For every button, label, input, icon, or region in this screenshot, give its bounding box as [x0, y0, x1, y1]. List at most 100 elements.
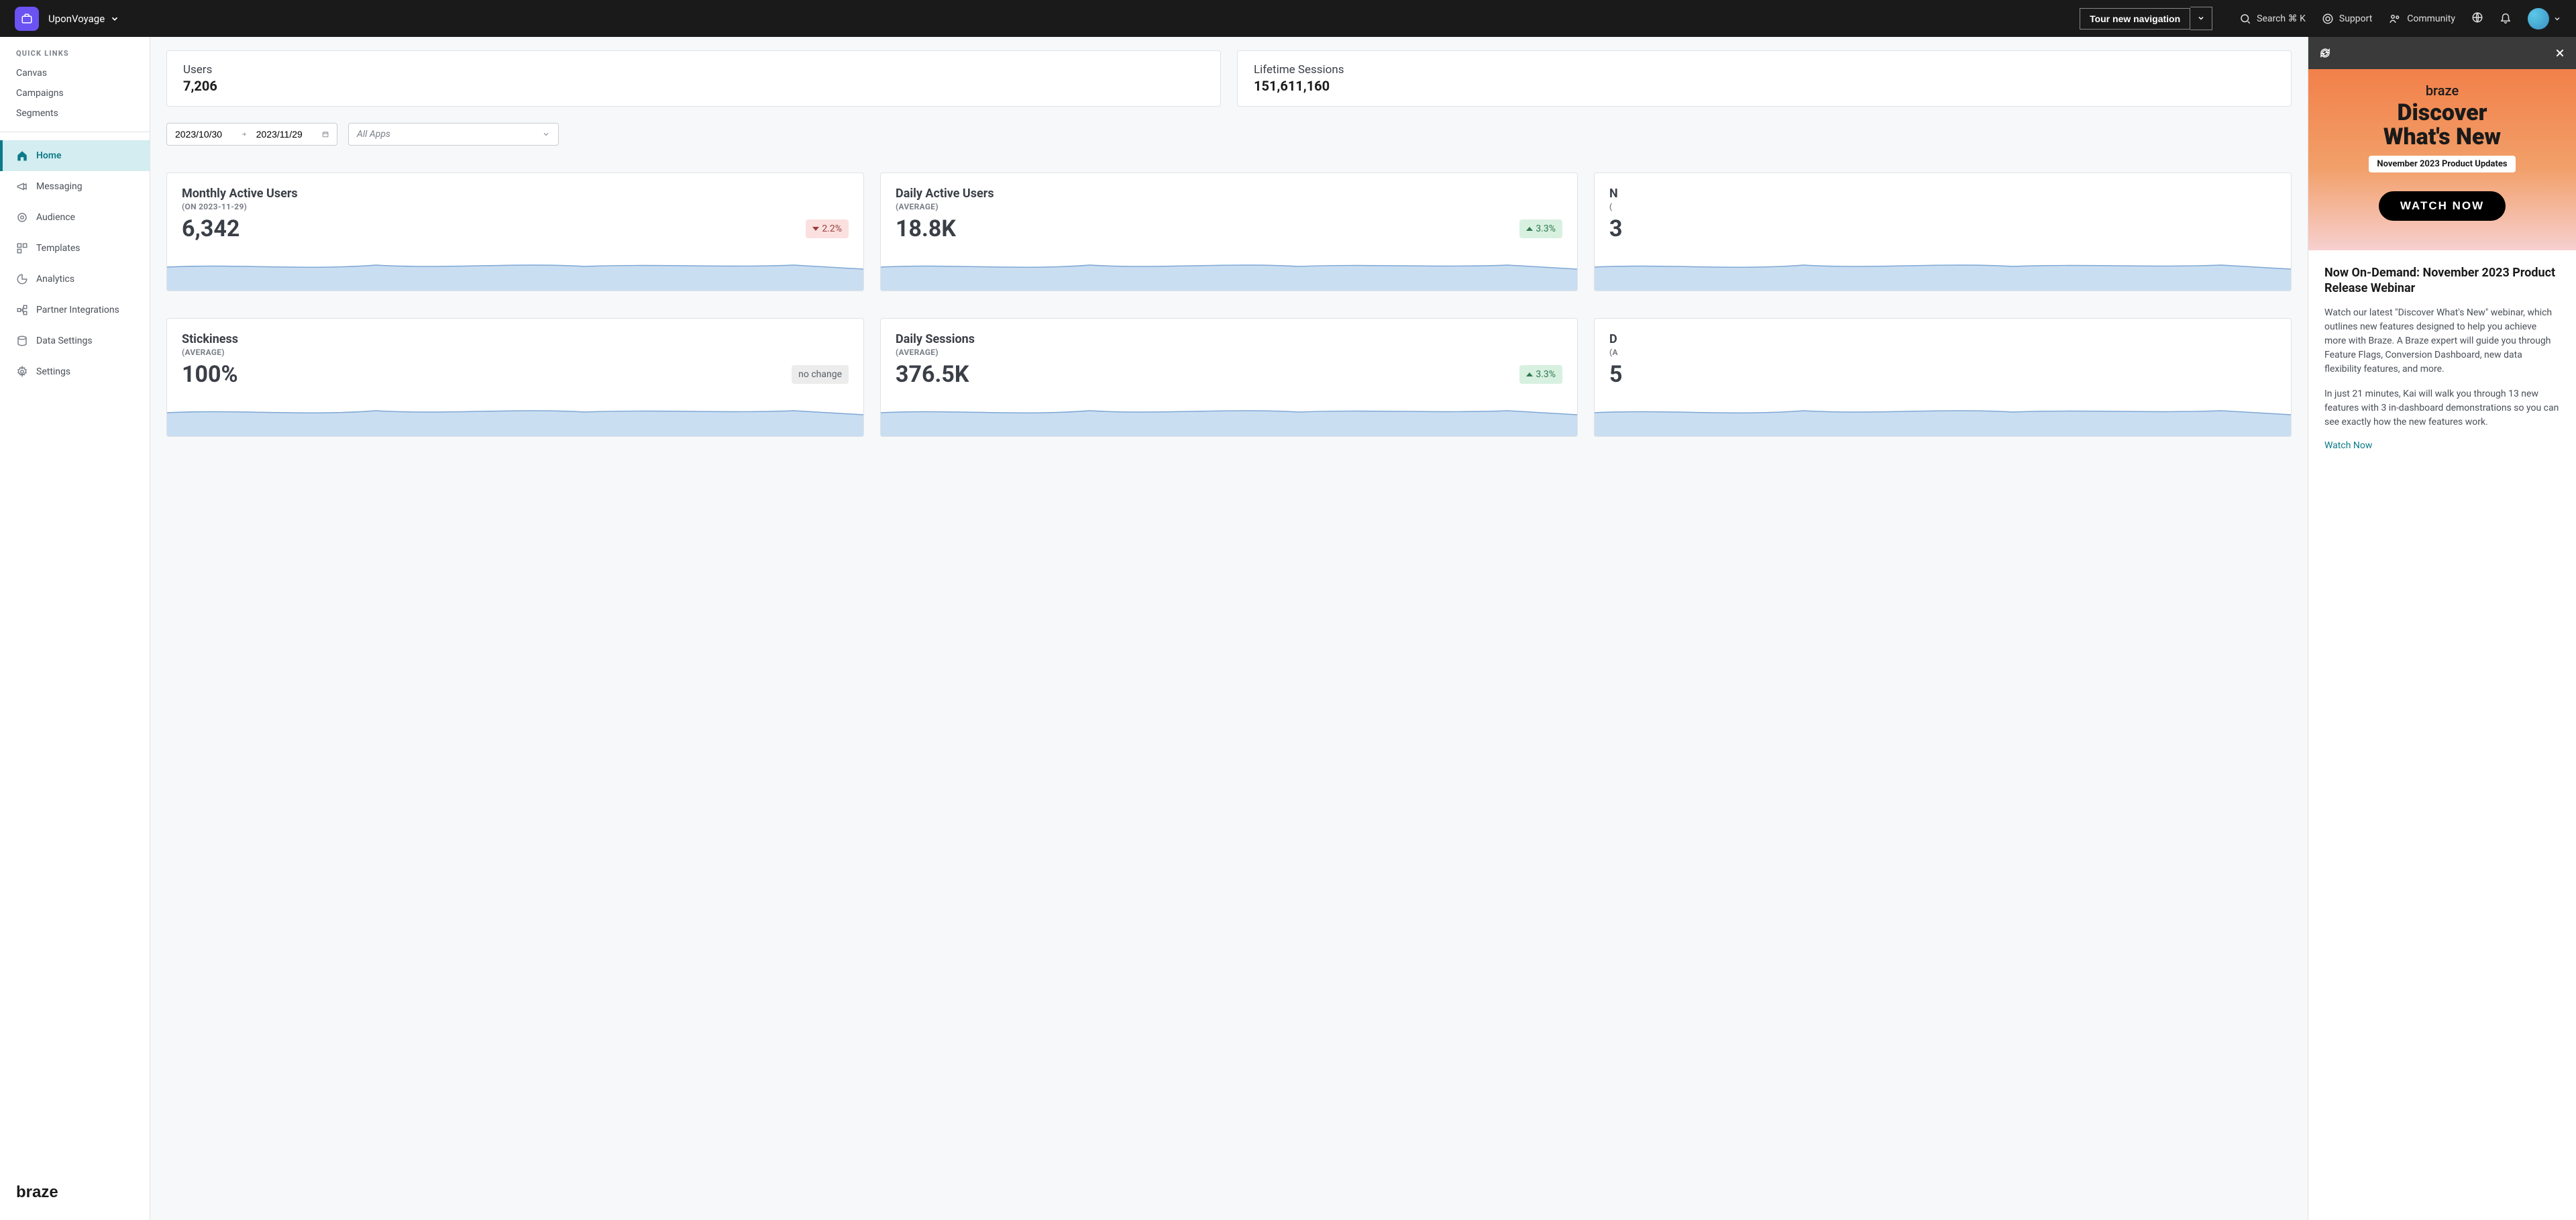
chart-icon — [16, 273, 28, 285]
nav-data-settings[interactable]: Data Settings — [0, 325, 150, 356]
watch-now-button[interactable]: WATCH NOW — [2379, 191, 2506, 221]
notifications-button[interactable] — [2500, 11, 2512, 26]
sparkline — [881, 250, 1577, 291]
metric-value: 5 — [1609, 361, 1623, 388]
avatar — [2528, 8, 2549, 30]
language-button[interactable] — [2471, 11, 2483, 26]
metric-card: Monthly Active Users(ON 2023-11-29) 6,342… — [166, 172, 864, 291]
home-icon — [16, 150, 28, 162]
metric-title: Stickiness — [182, 332, 849, 346]
stat-label: Users — [183, 63, 1204, 77]
metric-card: N(3 — [1594, 172, 2292, 291]
main-content: Users 7,206 Lifetime Sessions 151,611,16… — [150, 37, 2308, 1220]
quick-links-header: QUICK LINKS — [0, 49, 150, 63]
search-button[interactable]: Search ⌘ K — [2239, 13, 2306, 25]
sparkline — [881, 396, 1577, 436]
metric-title: Daily Sessions — [896, 332, 1562, 346]
close-icon[interactable] — [2555, 48, 2565, 58]
sparkline — [1595, 250, 2291, 291]
gear-icon — [16, 366, 28, 378]
triangle-up-icon — [1526, 372, 1533, 376]
metric-card: Stickiness(AVERAGE)100%no change — [166, 318, 864, 437]
audience-icon — [16, 211, 28, 223]
life-ring-icon — [2322, 13, 2334, 25]
delta-badge: 3.3% — [1519, 365, 1562, 384]
metric-value: 376.5K — [896, 361, 969, 388]
metric-value: 100% — [182, 361, 238, 388]
sparkline — [167, 396, 863, 436]
nav-audience[interactable]: Audience — [0, 202, 150, 233]
community-link[interactable]: Community — [2388, 13, 2455, 25]
panel-paragraph: Watch our latest "Discover What's New" w… — [2324, 306, 2560, 376]
quick-link-canvas[interactable]: Canvas — [0, 63, 150, 83]
sparkline — [1595, 396, 2291, 436]
templates-icon — [16, 242, 28, 254]
tour-navigation-button-group: Tour new navigation — [2080, 7, 2212, 30]
braze-logo-svg: braze — [16, 1180, 70, 1204]
workspace-selector[interactable]: UponVoyage — [48, 13, 119, 25]
metric-subtitle: (AVERAGE) — [896, 202, 1562, 211]
stat-label: Lifetime Sessions — [1254, 63, 2275, 77]
metric-title: Daily Active Users — [896, 187, 1562, 201]
calendar-icon — [322, 130, 329, 139]
integrations-icon — [16, 304, 28, 316]
metric-card: Daily Active Users(AVERAGE) 18.8K 3.3% — [880, 172, 1578, 291]
nav-home[interactable]: Home — [0, 140, 150, 171]
nav-settings[interactable]: Settings — [0, 356, 150, 387]
support-link[interactable]: Support — [2322, 13, 2372, 25]
braze-logo: braze — [16, 1180, 70, 1207]
date-to-input[interactable] — [256, 129, 313, 140]
news-panel: braze Discover What's New November 2023 … — [2308, 37, 2576, 1220]
tour-navigation-dropdown[interactable] — [2190, 7, 2212, 30]
megaphone-icon — [16, 181, 28, 193]
nav-templates[interactable]: Templates — [0, 233, 150, 264]
stat-card-users: Users 7,206 — [166, 50, 1221, 107]
people-icon — [2388, 13, 2402, 25]
metric-subtitle: (AVERAGE) — [896, 348, 1562, 357]
nav-messaging[interactable]: Messaging — [0, 171, 150, 202]
sparkline — [167, 250, 863, 291]
quick-link-campaigns[interactable]: Campaigns — [0, 83, 150, 103]
stat-value: 7,206 — [183, 78, 1204, 94]
metric-subtitle: (ON 2023-11-29) — [182, 202, 849, 211]
promo-banner: braze Discover What's New November 2023 … — [2308, 69, 2576, 250]
date-range-picker[interactable] — [166, 123, 337, 146]
news-panel-header — [2308, 37, 2576, 69]
refresh-icon[interactable] — [2319, 47, 2331, 59]
nav-analytics[interactable]: Analytics — [0, 264, 150, 295]
tour-navigation-button[interactable]: Tour new navigation — [2080, 8, 2190, 30]
globe-icon — [2471, 11, 2483, 23]
promo-pill: November 2023 Product Updates — [2369, 156, 2515, 172]
delta-badge: 3.3% — [1519, 219, 1562, 238]
metric-title: D — [1609, 332, 2276, 346]
chevron-down-icon — [2197, 14, 2205, 22]
metric-card: Daily Sessions (AVERAGE) 376.5K 3.3% — [880, 318, 1578, 437]
panel-paragraph: In just 21 minutes, Kai will walk you th… — [2324, 387, 2560, 429]
data-icon — [16, 335, 28, 347]
nav-partner-integrations[interactable]: Partner Integrations — [0, 295, 150, 325]
quick-link-segments[interactable]: Segments — [0, 103, 150, 123]
search-icon — [2239, 13, 2251, 25]
metric-title: Monthly Active Users — [182, 187, 849, 201]
date-from-input[interactable] — [175, 129, 231, 140]
chevron-down-icon — [2553, 15, 2561, 23]
briefcase-icon — [21, 13, 33, 25]
triangle-up-icon — [1526, 227, 1533, 231]
workspace-logo — [15, 7, 39, 31]
svg-text:braze: braze — [16, 1183, 58, 1201]
panel-title: Now On-Demand: November 2023 Product Rel… — [2324, 265, 2560, 297]
bell-icon — [2500, 11, 2512, 23]
delta-badge: 2.2% — [806, 219, 849, 238]
arrow-right-icon — [241, 130, 247, 138]
watch-now-link[interactable]: Watch Now — [2324, 440, 2560, 451]
stat-value: 151,611,160 — [1254, 78, 2275, 94]
metric-subtitle: ( — [1609, 202, 2276, 211]
app-selector[interactable]: All Apps — [348, 123, 559, 146]
chevron-down-icon — [110, 14, 119, 23]
chevron-down-icon — [542, 130, 550, 138]
metric-value: 6,342 — [182, 215, 239, 242]
metric-value: 3 — [1609, 215, 1623, 242]
metric-value: 18.8K — [896, 215, 956, 242]
top-navigation: UponVoyage Tour new navigation Search ⌘ … — [0, 0, 2576, 37]
profile-menu[interactable] — [2528, 8, 2561, 30]
